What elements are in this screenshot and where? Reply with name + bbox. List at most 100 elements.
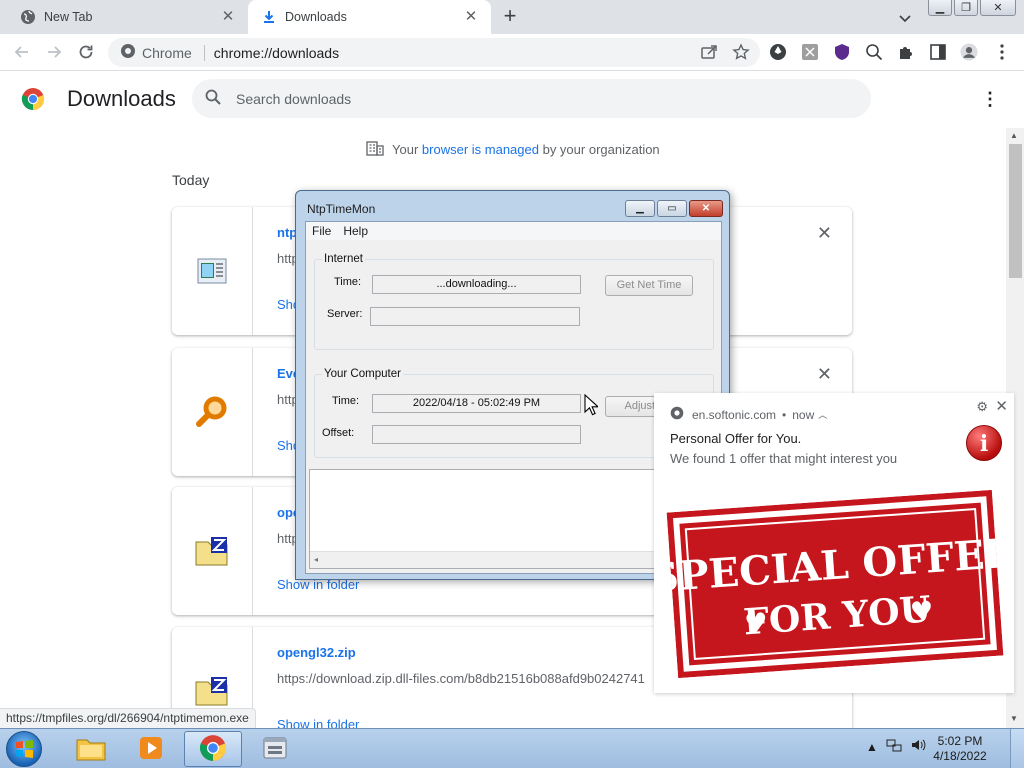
close-tab-icon[interactable]: ✕: [463, 9, 479, 25]
show-hidden-icons-icon[interactable]: ▲: [866, 740, 878, 754]
profile-avatar-icon[interactable]: [960, 43, 978, 61]
computer-time-field: 2022/04/18 - 05:02:49 PM: [372, 394, 581, 413]
extensions-puzzle-icon[interactable]: [897, 43, 915, 61]
special-offer-stamp-image: SPECIAL OFFER ♥ FOR YOU ♥: [648, 489, 1020, 679]
downloads-more-menu-icon[interactable]: ⋮: [980, 88, 1000, 110]
scroll-up-arrow-icon[interactable]: ▲: [1010, 131, 1018, 140]
magnifier-file-icon: [172, 348, 253, 476]
zoom-icon[interactable]: [865, 43, 883, 61]
svg-text:♥: ♥: [909, 596, 934, 628]
address-bar[interactable]: Chrome chrome://downloads: [108, 38, 760, 67]
address-chip: Chrome: [142, 44, 192, 61]
dialog-window-controls: ▁ ▭ ✕: [625, 200, 723, 217]
download-url[interactable]: https://download.zip.dll-files.com/b8db2…: [277, 671, 645, 686]
chrome-page-icon: [120, 43, 136, 62]
notification-source: en.softonic.com • now ︿: [670, 406, 827, 423]
building-icon: [366, 140, 384, 159]
your-computer-group-label: Your Computer: [322, 368, 403, 380]
menu-help[interactable]: Help: [337, 222, 374, 240]
download-icon: [261, 9, 277, 25]
scroll-down-arrow-icon[interactable]: ▼: [1010, 714, 1018, 723]
remove-download-icon[interactable]: ✕: [817, 364, 832, 385]
tab-downloads[interactable]: Downloads ✕: [248, 0, 491, 34]
close-icon[interactable]: ✕: [995, 397, 1008, 415]
notification-domain: en.softonic.com: [692, 407, 777, 422]
dialog-menubar: File Help: [306, 222, 721, 240]
search-downloads-input[interactable]: [236, 90, 836, 107]
dialog-maximize-button[interactable]: ▭: [657, 200, 687, 217]
clock-time: 5:02 PM: [937, 734, 983, 748]
remove-download-icon[interactable]: ✕: [817, 223, 832, 244]
extension-puzzle-tile-icon[interactable]: [801, 43, 819, 61]
mouse-pointer-icon: [584, 393, 600, 419]
server-field[interactable]: [370, 307, 580, 326]
show-desktop-button[interactable]: [1010, 729, 1024, 768]
forward-arrow-icon[interactable]: [42, 40, 66, 64]
window-title: NtpTimeMon: [307, 202, 376, 216]
tab-label: New Tab: [44, 10, 93, 24]
share-icon[interactable]: [700, 43, 718, 64]
close-window-button[interactable]: ✕: [980, 0, 1016, 16]
zip-file-icon: [172, 487, 253, 615]
window-controls: ▁ ❐ ✕: [928, 0, 1016, 16]
exe-file-icon: [172, 207, 253, 335]
minimize-button[interactable]: ▁: [928, 0, 952, 16]
dialog-close-button[interactable]: ✕: [689, 200, 723, 217]
address-url: chrome://downloads: [213, 44, 340, 61]
taskbar-clock[interactable]: 5:02 PM 4/18/2022: [930, 734, 990, 764]
download-filename[interactable]: opengl32.zip: [277, 645, 356, 660]
link-status-bubble: https://tmpfiles.org/dl/266904/ntptimemo…: [0, 708, 256, 728]
managed-link[interactable]: browser is managed: [422, 142, 539, 157]
new-tab-button[interactable]: +: [498, 5, 522, 29]
managed-prefix: Your: [392, 142, 419, 157]
restore-button[interactable]: ❐: [954, 0, 978, 16]
internet-group-label: Internet: [322, 253, 365, 265]
system-tray: ▲: [866, 737, 926, 756]
taskbar-media-player[interactable]: [122, 731, 180, 767]
taskbar-explorer[interactable]: [62, 731, 120, 767]
managed-notice: Your browser is managed by your organiza…: [366, 140, 660, 159]
dialog-minimize-button[interactable]: ▁: [625, 200, 655, 217]
search-downloads-box[interactable]: [192, 79, 871, 118]
reload-icon[interactable]: [74, 40, 98, 64]
back-arrow-icon[interactable]: [10, 40, 34, 64]
start-button[interactable]: [6, 731, 42, 767]
info-badge-icon: i: [966, 425, 1002, 461]
volume-icon[interactable]: [910, 737, 926, 756]
menu-file[interactable]: File: [306, 222, 337, 240]
offset-label: Offset:: [322, 427, 355, 439]
internet-time-field: ...downloading...: [372, 275, 581, 294]
chrome-taskbar-icon: [199, 734, 227, 765]
search-icon: [204, 88, 222, 109]
extension-ethereum-icon[interactable]: [769, 43, 787, 61]
get-net-time-button[interactable]: Get Net Time: [605, 275, 693, 296]
server-label: Server:: [327, 308, 363, 320]
offset-field: [372, 425, 581, 444]
browser-toolbar: Chrome chrome://downloads: [0, 34, 1024, 71]
address-divider: [203, 44, 205, 61]
kebab-menu-icon[interactable]: [993, 43, 1011, 61]
close-tab-icon[interactable]: ✕: [220, 9, 236, 25]
tab-new-tab[interactable]: New Tab ✕: [0, 0, 248, 34]
network-icon[interactable]: [886, 737, 902, 756]
windows-taskbar: ▲ 5:02 PM 4/18/2022: [0, 728, 1024, 768]
managed-suffix: by your organization: [542, 142, 660, 157]
taskbar-ntptimemon[interactable]: [246, 731, 304, 767]
tab-strip: New Tab ✕ Downloads ✕ + ▁ ❐ ✕: [0, 0, 1024, 34]
scrollbar-thumb[interactable]: [1009, 144, 1022, 278]
media-player-icon: [138, 735, 164, 764]
chrome-small-icon: [670, 406, 684, 423]
chevron-up-icon[interactable]: ︿: [818, 408, 827, 421]
side-panel-icon[interactable]: [929, 43, 947, 61]
extension-shield-icon[interactable]: [833, 43, 851, 61]
ntptimemon-app-icon: [262, 735, 288, 764]
notification-title: Personal Offer for You.: [670, 431, 802, 446]
tab-search-chevron-icon[interactable]: [896, 9, 914, 27]
page-title: Downloads: [67, 86, 176, 111]
internet-group: [314, 259, 714, 350]
bookmark-star-icon[interactable]: [732, 43, 750, 64]
gear-icon[interactable]: ⚙: [976, 399, 988, 415]
taskbar-chrome[interactable]: [184, 731, 242, 767]
web-push-notification[interactable]: en.softonic.com • now ︿ ⚙ ✕ Personal Off…: [648, 393, 1020, 693]
clock-date: 4/18/2022: [933, 749, 987, 763]
